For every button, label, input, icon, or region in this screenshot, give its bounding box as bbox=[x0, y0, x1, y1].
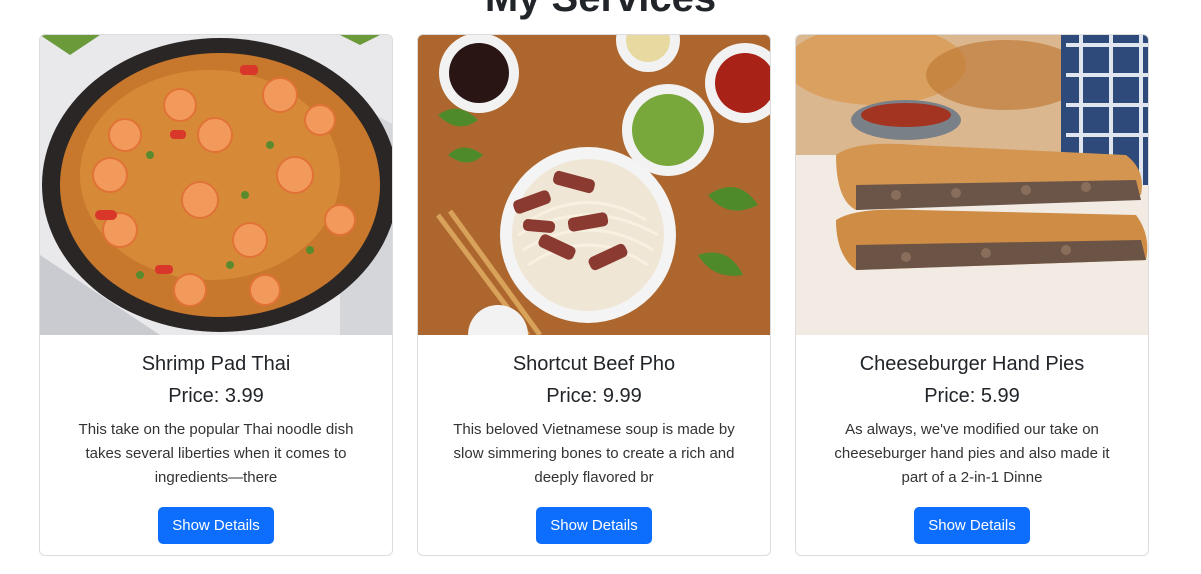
cheeseburger-hand-pies-image bbox=[796, 35, 1148, 335]
services-grid: Shrimp Pad Thai Price: 3.99 This take on… bbox=[39, 34, 1149, 556]
service-price: Price: 5.99 bbox=[924, 385, 1020, 407]
service-price: Price: 9.99 bbox=[546, 385, 642, 407]
service-description: This take on the popular Thai noodle dis… bbox=[78, 421, 354, 486]
service-card: Shrimp Pad Thai Price: 3.99 This take on… bbox=[39, 34, 393, 556]
shrimp-pad-thai-image bbox=[40, 35, 392, 335]
service-description: This beloved Vietnamese soup is made by … bbox=[453, 421, 735, 486]
service-name: Cheeseburger Hand Pies bbox=[859, 353, 1085, 375]
service-card: Cheeseburger Hand Pies Price: 5.99 As al… bbox=[795, 34, 1149, 556]
section-title: My Services bbox=[0, 0, 1201, 22]
beef-pho-image bbox=[418, 35, 770, 335]
show-details-button[interactable]: Show Details bbox=[914, 507, 1030, 544]
service-name: Shrimp Pad Thai bbox=[141, 353, 291, 375]
show-details-button[interactable]: Show Details bbox=[536, 507, 652, 544]
show-details-button[interactable]: Show Details bbox=[158, 507, 274, 544]
service-description: As always, we've modified our take on ch… bbox=[834, 421, 1110, 486]
service-name: Shortcut Beef Pho bbox=[512, 353, 676, 375]
service-price: Price: 3.99 bbox=[168, 385, 264, 407]
service-card: Shortcut Beef Pho Price: 9.99 This belov… bbox=[417, 34, 771, 556]
